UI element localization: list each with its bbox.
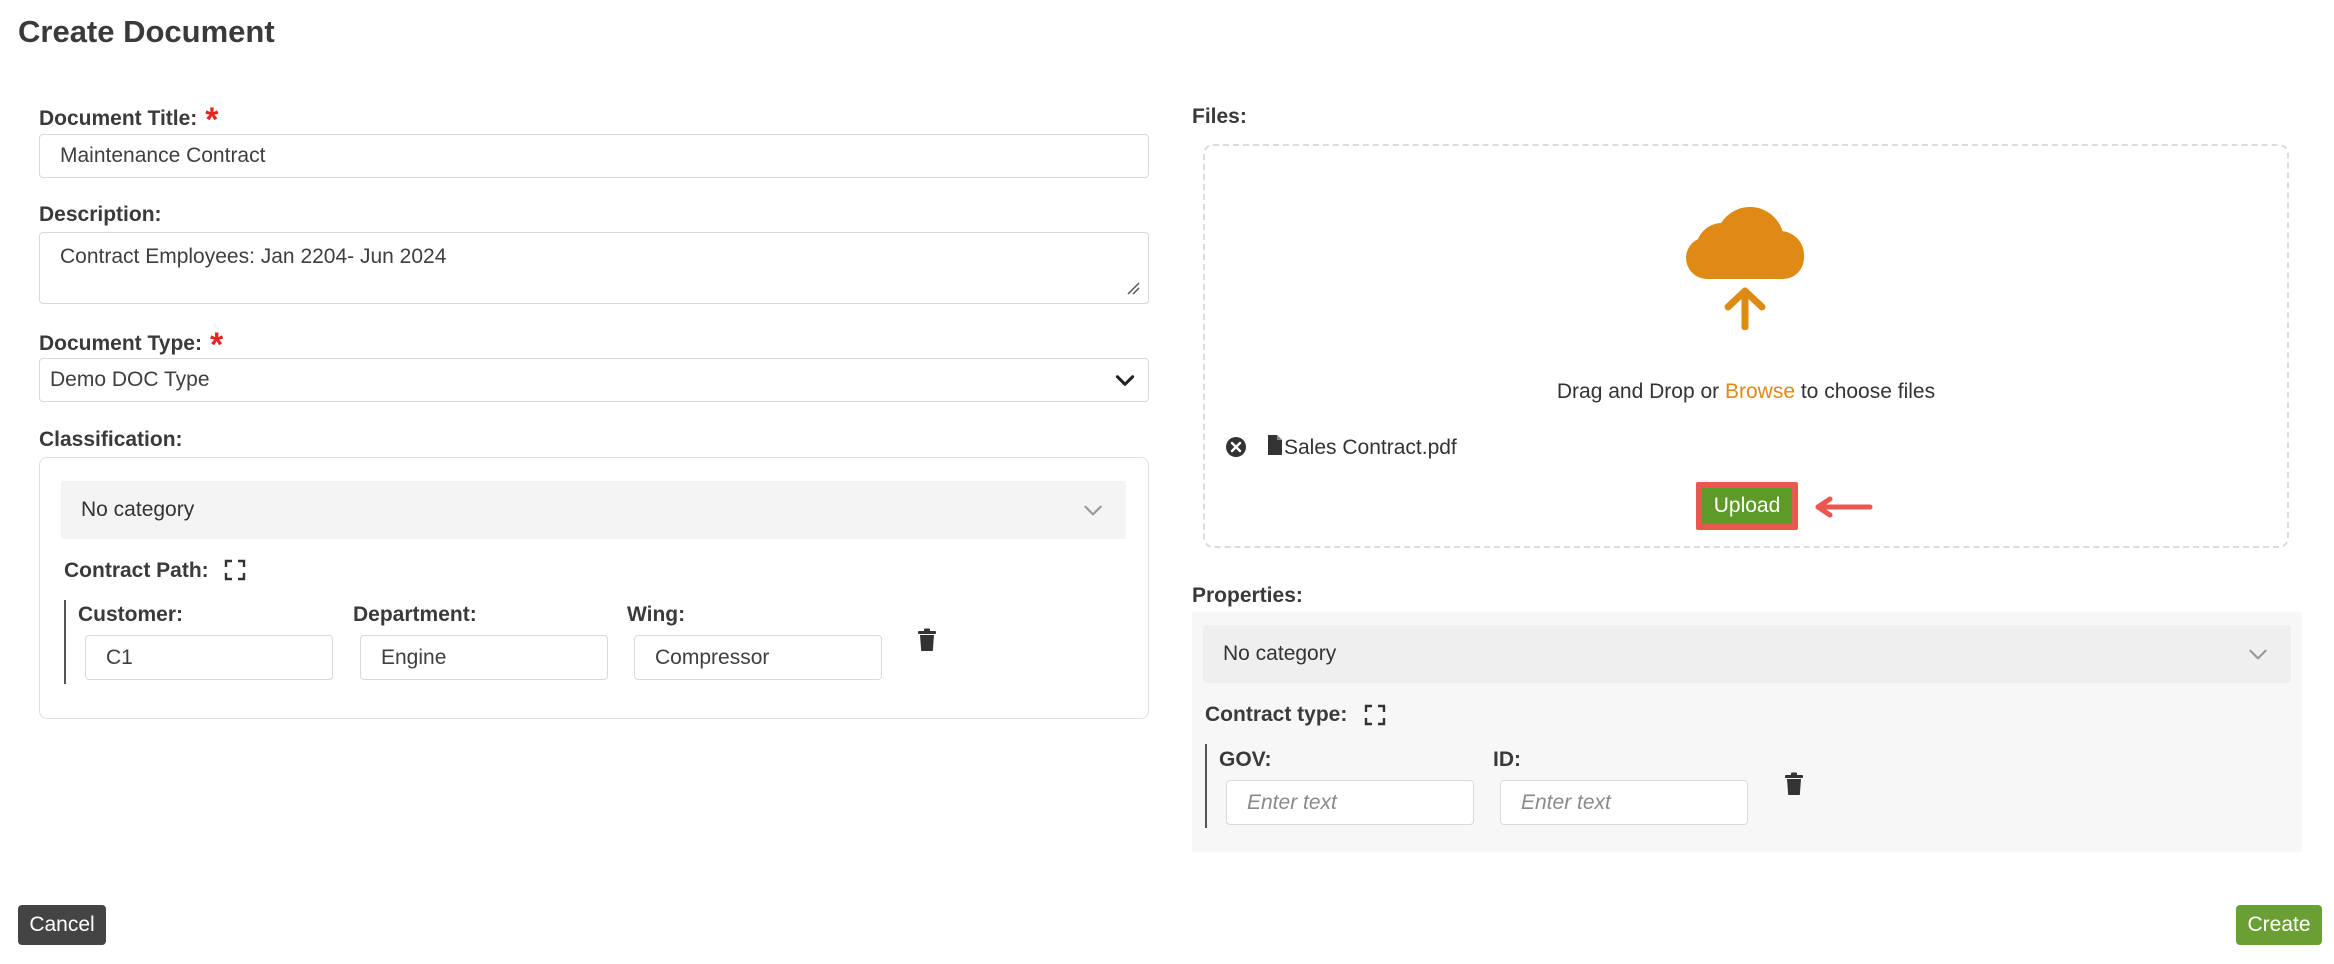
gov-label: GOV:	[1219, 748, 1272, 771]
path-indent-bar	[64, 600, 66, 684]
document-type-select[interactable]: Demo DOC Type	[39, 358, 1149, 402]
properties-category-value: No category	[1223, 642, 1337, 665]
department-value: Engine	[381, 645, 447, 669]
upload-button[interactable]: Upload	[1702, 488, 1792, 524]
document-type-label-text: Document Type:	[39, 332, 202, 355]
classification-label: Classification:	[39, 428, 183, 451]
properties-category-select[interactable]: No category	[1203, 625, 2291, 683]
trash-icon[interactable]	[917, 628, 937, 652]
wing-label: Wing:	[627, 603, 686, 626]
resize-handle-icon[interactable]	[1126, 281, 1140, 295]
files-label: Files:	[1192, 105, 1247, 128]
chevron-down-icon	[1115, 375, 1135, 386]
document-type-label: Document Type: *	[39, 328, 223, 362]
classification-category-value: No category	[81, 498, 195, 521]
id-label: ID:	[1493, 748, 1521, 771]
document-type-value: Demo DOC Type	[50, 368, 210, 391]
department-label: Department:	[353, 603, 477, 626]
file-name: Sales Contract.pdf	[1284, 436, 1457, 459]
expand-icon[interactable]	[224, 559, 246, 581]
id-placeholder: Enter text	[1521, 790, 1611, 814]
cancel-button[interactable]: Cancel	[18, 905, 106, 945]
file-icon	[1268, 435, 1282, 455]
chevron-down-icon	[1084, 505, 1102, 516]
browse-link[interactable]: Browse	[1725, 380, 1795, 403]
expand-icon[interactable]	[1364, 704, 1386, 726]
customer-label: Customer:	[78, 603, 184, 626]
wing-value: Compressor	[655, 645, 770, 669]
description-label: Description:	[39, 203, 162, 226]
document-title-input[interactable]: Maintenance Contract	[39, 134, 1149, 178]
document-title-value: Maintenance Contract	[60, 144, 266, 167]
contract-path-label: Contract Path:	[64, 559, 209, 582]
drop-text-after: to choose files	[1795, 380, 1936, 403]
gov-input[interactable]: Enter text	[1226, 780, 1474, 825]
arrow-left-icon	[1815, 496, 1873, 518]
description-textarea[interactable]: Contract Employees: Jan 2204- Jun 2024	[39, 232, 1149, 304]
properties-label: Properties:	[1192, 584, 1303, 607]
customer-input[interactable]: C1	[85, 635, 333, 680]
classification-category-select[interactable]: No category	[61, 481, 1126, 539]
document-title-label-text: Document Title:	[39, 107, 198, 130]
wing-input[interactable]: Compressor	[634, 635, 882, 680]
page-title: Create Document	[18, 14, 275, 49]
drop-text-before: Drag and Drop or	[1556, 380, 1725, 403]
trash-icon[interactable]	[1784, 772, 1804, 796]
remove-file-icon[interactable]	[1225, 436, 1247, 458]
create-button[interactable]: Create	[2236, 905, 2322, 945]
properties-indent-bar	[1205, 744, 1207, 828]
chevron-down-icon	[2249, 649, 2267, 660]
drop-instructions: Drag and Drop or Browse to choose files	[1203, 380, 2289, 404]
cloud-upload-icon	[1686, 207, 1804, 330]
customer-value: C1	[106, 645, 133, 669]
department-input[interactable]: Engine	[360, 635, 608, 680]
gov-placeholder: Enter text	[1247, 790, 1337, 814]
id-input[interactable]: Enter text	[1500, 780, 1748, 825]
description-value: Contract Employees: Jan 2204- Jun 2024	[60, 245, 447, 268]
contract-type-label: Contract type:	[1205, 703, 1348, 726]
document-title-label: Document Title: *	[39, 103, 219, 137]
